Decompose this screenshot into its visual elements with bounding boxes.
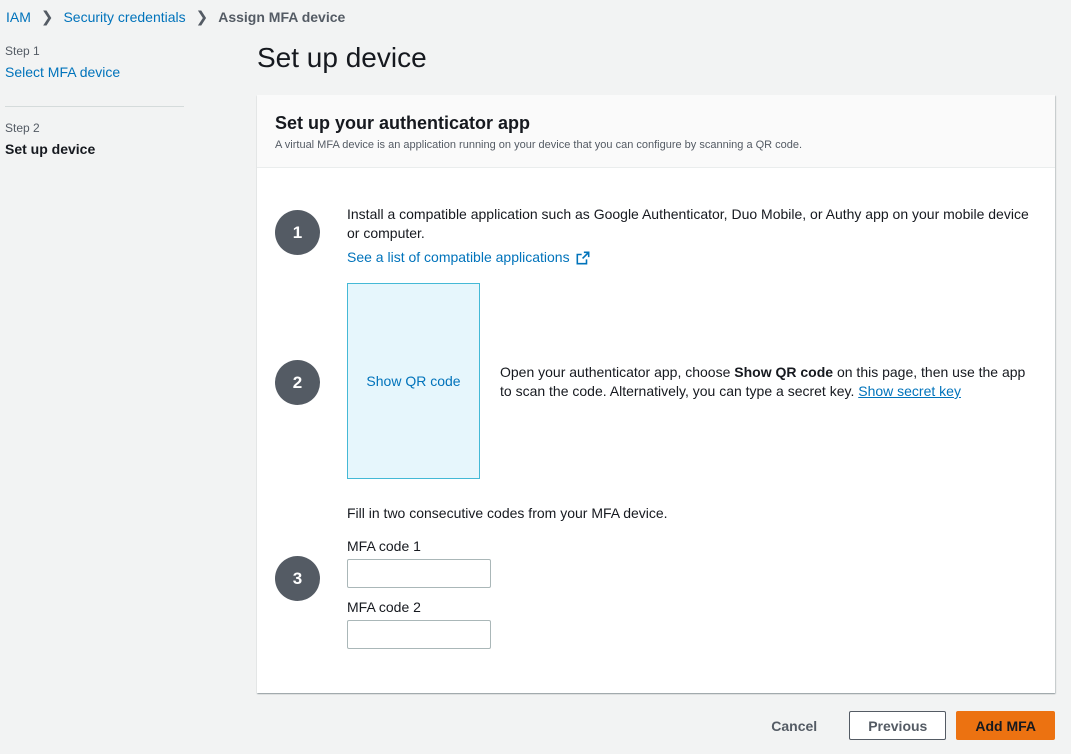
- authenticator-panel: Set up your authenticator app A virtual …: [257, 95, 1055, 693]
- panel-header: Set up your authenticator app A virtual …: [257, 95, 1055, 168]
- page-title: Set up device: [257, 42, 427, 73]
- step-circle-1: 1: [275, 210, 320, 255]
- step2-text-part: Open your authenticator app, choose: [500, 364, 735, 380]
- qr-code-label: Show QR code: [366, 373, 461, 389]
- chevron-right-icon: ❯: [195, 9, 209, 26]
- show-qr-code-button[interactable]: Show QR code: [347, 283, 480, 479]
- mfa-code-2-label: MFA code 2: [347, 599, 421, 615]
- chevron-right-icon: ❯: [40, 9, 54, 26]
- mfa-code-1-input[interactable]: [347, 559, 491, 588]
- cancel-button[interactable]: Cancel: [749, 711, 839, 740]
- wizard-step-2: Step 2 Set up device: [5, 121, 185, 171]
- wizard-step-1: Step 1 Select MFA device: [5, 44, 185, 96]
- mfa-code-2-input[interactable]: [347, 620, 491, 649]
- step-circle-2: 2: [275, 360, 320, 405]
- step-circle-3: 3: [275, 556, 320, 601]
- breadcrumb-iam[interactable]: IAM: [6, 9, 31, 25]
- external-link-icon: [576, 251, 590, 264]
- previous-button[interactable]: Previous: [849, 711, 947, 740]
- step1-content: Install a compatible application such as…: [347, 205, 1037, 267]
- step-divider: [5, 106, 184, 107]
- panel-description: A virtual MFA device is an application r…: [275, 139, 803, 151]
- step1-instructions: Install a compatible application such as…: [347, 206, 1029, 241]
- wizard-actions: Cancel Previous Add MFA: [749, 711, 1055, 740]
- step2-instructions: Open your authenticator app, choose Show…: [500, 363, 1030, 401]
- step-number: Step 1: [5, 44, 40, 58]
- wizard-steps: Step 1 Select MFA device Step 2 Set up d…: [5, 44, 185, 171]
- breadcrumb-security-credentials[interactable]: Security credentials: [63, 9, 185, 25]
- breadcrumb: IAM ❯ Security credentials ❯ Assign MFA …: [6, 8, 345, 26]
- compatible-apps-link[interactable]: See a list of compatible applications: [347, 248, 590, 267]
- mfa-code-1-label: MFA code 1: [347, 538, 421, 554]
- step-number: Step 2: [5, 121, 40, 135]
- step2-text-bold: Show QR code: [734, 364, 834, 380]
- step-current-set-up-device: Set up device: [5, 141, 96, 157]
- breadcrumb-current: Assign MFA device: [218, 9, 346, 25]
- step-link-select-mfa-device[interactable]: Select MFA device: [5, 64, 120, 80]
- show-secret-key-link[interactable]: Show secret key: [858, 383, 961, 399]
- add-mfa-button[interactable]: Add MFA: [956, 711, 1055, 740]
- step3-instructions: Fill in two consecutive codes from your …: [347, 505, 668, 521]
- panel-title: Set up your authenticator app: [275, 113, 531, 133]
- compatible-apps-link-label: See a list of compatible applications: [347, 249, 570, 265]
